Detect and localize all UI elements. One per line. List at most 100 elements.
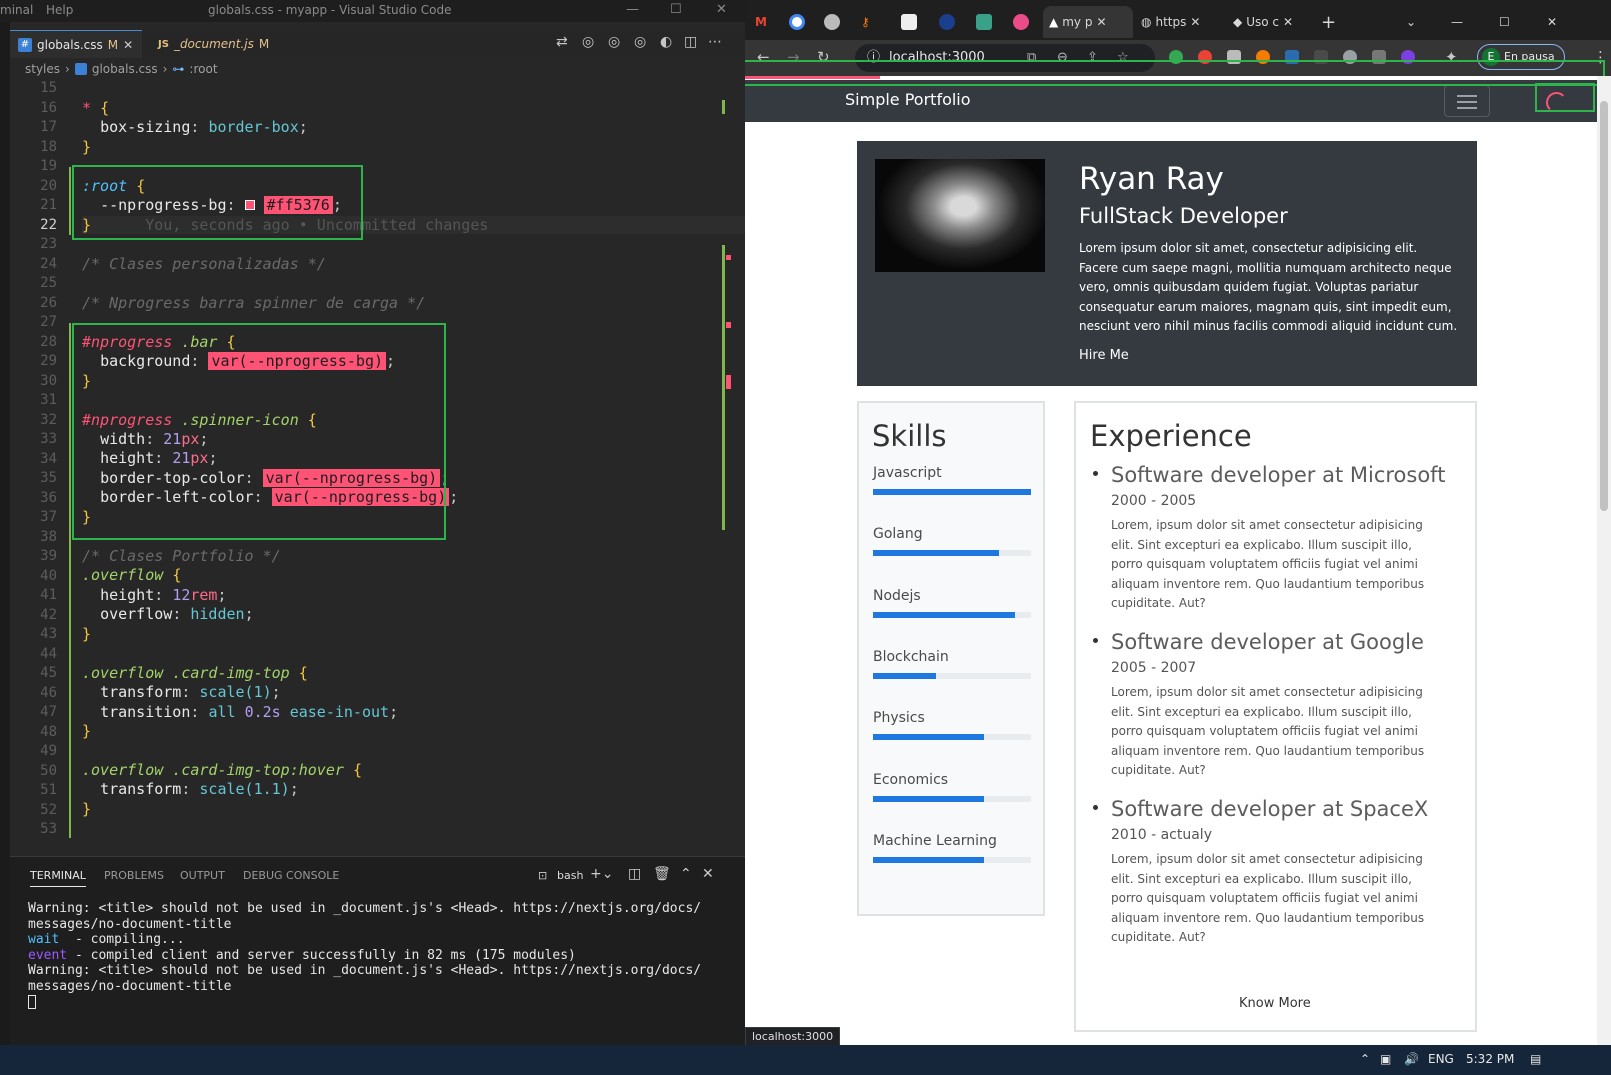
git-previous-icon[interactable]: ◎: [582, 34, 594, 50]
code-value: ease-in-out: [289, 703, 390, 721]
trash-icon[interactable]: 🗑: [653, 866, 671, 882]
code-value: scale(1.1): [199, 780, 290, 798]
panel-tab-output[interactable]: OUTPUT: [180, 869, 225, 882]
shell-selector[interactable]: bash: [557, 869, 583, 882]
hire-me-button[interactable]: Hire Me: [1079, 348, 1129, 363]
split-terminal-icon[interactable]: ◫: [628, 866, 641, 882]
breadcrumb: styles › globals.css › ⊶ :root: [10, 58, 745, 80]
gmail-tab-icon[interactable]: M: [749, 6, 773, 38]
maximize-icon[interactable]: ☐: [670, 2, 682, 17]
new-terminal-icon[interactable]: +⌄: [590, 866, 613, 882]
panel-tab-debug-console[interactable]: DEBUG CONSOLE: [243, 869, 339, 882]
maximize-icon[interactable]: ☐: [1493, 6, 1516, 38]
line-number: 41: [40, 587, 57, 603]
tab-uso[interactable]: ◆ Uso c ✕: [1227, 6, 1307, 38]
code-comment: /* Clases Portfolio */: [82, 547, 281, 565]
tab-close-icon[interactable]: ✕: [123, 38, 133, 52]
breadcrumb-file[interactable]: globals.css: [92, 62, 158, 76]
symbol-icon: ⊶: [172, 62, 185, 76]
maximize-panel-icon[interactable]: ⌃: [680, 866, 692, 882]
split-editor-icon[interactable]: ◫: [684, 34, 697, 50]
dribbble-tab-icon[interactable]: [1007, 6, 1035, 38]
language-indicator[interactable]: ENG: [1428, 1052, 1454, 1066]
open-changes-icon[interactable]: ⇄: [556, 34, 568, 50]
notifications-icon[interactable]: ▤: [1530, 1052, 1541, 1066]
volume-icon[interactable]: 🔊: [1404, 1052, 1419, 1066]
clock[interactable]: 5:32 PM: [1466, 1052, 1514, 1066]
git-next-icon[interactable]: ◎: [608, 34, 620, 50]
code-number: 12: [172, 586, 191, 604]
code-number: 0.2s: [244, 703, 281, 721]
tab-document-js[interactable]: JS _document.js M: [150, 30, 280, 58]
code-comment: /* Clases personalizadas */: [82, 255, 326, 273]
skill-progress-bar: [873, 489, 1031, 495]
navbar-brand[interactable]: Simple Portfolio: [845, 90, 971, 109]
skill-name: Physics: [873, 710, 925, 727]
tab-globals-css[interactable]: # globals.css M ✕: [10, 30, 142, 58]
skill-name: Javascript: [873, 465, 942, 481]
tab-close-icon[interactable]: ✕: [1190, 15, 1200, 29]
menu-terminal[interactable]: minal: [0, 3, 33, 17]
code-property: transform: [100, 780, 182, 798]
line-number: 37: [40, 509, 57, 525]
line-number: 43: [40, 626, 57, 642]
key-tab-icon[interactable]: ⚷: [855, 6, 876, 38]
network-icon[interactable]: ▣: [1380, 1052, 1391, 1066]
line-number: 22: [40, 216, 57, 233]
tab-close-icon[interactable]: ✕: [1096, 15, 1106, 29]
tab-search-icon[interactable]: ⌄: [1400, 6, 1422, 38]
google-tab-icon[interactable]: [783, 6, 811, 38]
tab-my-portfolio[interactable]: ▲ my p ✕: [1043, 6, 1133, 38]
line-number: 19: [40, 158, 57, 174]
skill-name: Machine Learning: [873, 832, 997, 849]
highlight-box: [745, 60, 1605, 86]
line-number: 20: [40, 177, 57, 194]
menu-help[interactable]: Help: [46, 3, 73, 17]
more-actions-icon[interactable]: ⋯: [708, 34, 722, 50]
minimize-icon[interactable]: —: [1445, 6, 1469, 38]
skill-progress-fill: [873, 672, 937, 679]
close-icon[interactable]: ✕: [1541, 6, 1563, 38]
timeline-icon[interactable]: ◐: [660, 34, 672, 50]
chrome-tabstrip: M ⚷ ▲ my p ✕ ◍ https ✕ ◆ Uso c ✕ + ⌄ — ☐ ✕: [745, 0, 1611, 40]
tab-close-icon[interactable]: ✕: [1283, 15, 1293, 29]
window-title: globals.css - myapp - Visual Studio Code: [208, 3, 452, 17]
git-modified-indicator: [69, 167, 71, 235]
git-commit-icon[interactable]: ◎: [634, 34, 646, 50]
chevron-right-icon: ›: [65, 62, 70, 76]
panel-tab-problems[interactable]: PROBLEMS: [104, 869, 164, 882]
css-file-icon: [74, 63, 87, 75]
minimize-icon[interactable]: —: [626, 2, 639, 17]
list-item: Software developer at Microsoft 2000 - 2…: [1093, 463, 1446, 614]
close-panel-icon[interactable]: ✕: [702, 866, 714, 882]
modified-badge: M: [258, 37, 270, 51]
new-tab-icon[interactable]: +: [1315, 6, 1342, 38]
code-editor[interactable]: 15 16 17 18 19 20 21 22 23 24 25 26 27 28 29 30 31 32 33 34…: [10, 80, 745, 856]
d-app-tab-icon[interactable]: [970, 6, 998, 38]
line-number: 35: [40, 470, 57, 486]
panel-tab-terminal[interactable]: TERMINAL: [30, 869, 86, 887]
overview-ruler[interactable]: [722, 80, 736, 856]
hamburger-menu-icon[interactable]: [1444, 85, 1490, 117]
breadcrumb-folder[interactable]: styles: [25, 62, 60, 76]
skill-name: Blockchain: [873, 648, 949, 665]
terminal-cursor[interactable]: [28, 995, 36, 1009]
skill-progress-fill: [873, 489, 1031, 495]
tab-https[interactable]: ◍ https ✕: [1135, 6, 1225, 38]
chevron-up-icon[interactable]: ⌃: [1360, 1052, 1370, 1066]
breadcrumb-symbol[interactable]: :root: [189, 62, 217, 76]
camera-tab-icon[interactable]: [895, 6, 923, 38]
line-number: 40: [40, 567, 57, 584]
globe-tab-icon[interactable]: [818, 6, 846, 38]
know-more-button[interactable]: Know More: [1239, 996, 1311, 1011]
css-file-icon: #: [18, 37, 32, 52]
remax-tab-icon[interactable]: [933, 6, 961, 38]
page-scrollbar[interactable]: [1597, 76, 1611, 1045]
scrollbar-thumb[interactable]: [1600, 101, 1608, 511]
job-description: Lorem, ipsum dolor sit amet consectetur …: [1111, 518, 1425, 610]
navbar: Simple Portfolio: [745, 80, 1597, 122]
close-icon[interactable]: ✕: [716, 2, 727, 17]
line-number: 48: [40, 723, 57, 740]
skill-progress-bar: [873, 611, 1031, 618]
skill-progress-bar: [873, 672, 1031, 679]
